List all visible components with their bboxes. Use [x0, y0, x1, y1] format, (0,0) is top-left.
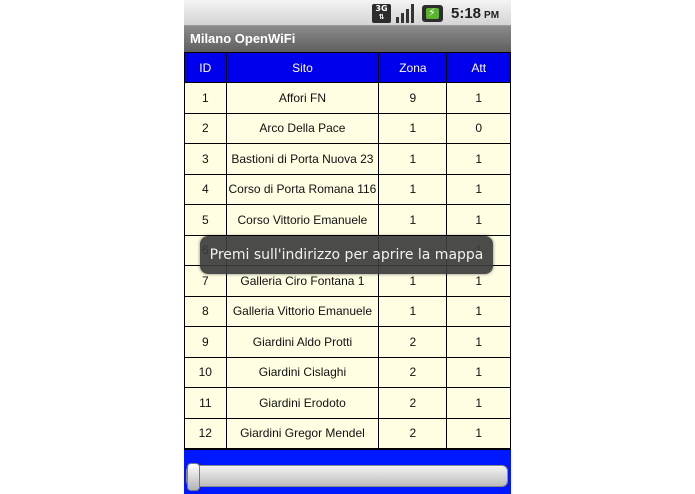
app-title: Milano OpenWiFi: [184, 26, 511, 52]
table-row[interactable]: 8 Galleria Vittorio Emanuele 1 1: [184, 295, 511, 327]
cell-sito[interactable]: Bastioni di Porta Nuova 23: [225, 143, 380, 175]
column-header-id[interactable]: ID: [184, 52, 227, 83]
cell-id: 1: [184, 82, 227, 114]
cell-id: 3: [184, 143, 227, 175]
cell-sito[interactable]: Galleria Vittorio Emanuele: [225, 295, 380, 327]
cell-att: 0: [446, 112, 511, 144]
cell-zona: 2: [378, 356, 448, 388]
cell-id: 10: [184, 356, 227, 388]
cell-att: 1: [446, 387, 511, 419]
cell-att: 1: [446, 82, 511, 114]
cell-id: 4: [184, 173, 227, 205]
toast-message: Premi sull'indirizzo per aprire la mappa: [200, 236, 493, 274]
cell-att: 1: [446, 295, 511, 327]
clock-ampm: PM: [484, 10, 500, 21]
horizontal-scrollbar[interactable]: [186, 465, 508, 487]
signal-strength-icon: [396, 4, 416, 23]
table-row[interactable]: 1 Affori FN 9 1: [184, 82, 511, 114]
network-3g-icon: 3G ⇅: [372, 4, 391, 23]
status-bar: 3G ⇅ ⚡ 5:18 PM: [184, 0, 511, 26]
cell-id: 9: [184, 326, 227, 358]
cell-sito[interactable]: Arco Della Pace: [225, 112, 380, 144]
cell-att: 1: [446, 143, 511, 175]
cell-id: 11: [184, 387, 227, 419]
table-row[interactable]: 9 Giardini Aldo Protti 2 1: [184, 326, 511, 358]
table-row[interactable]: 2 Arco Della Pace 1 0: [184, 112, 511, 144]
cell-sito[interactable]: Giardini Cislaghi: [225, 356, 380, 388]
cell-att: 1: [446, 173, 511, 205]
table-row[interactable]: 4 Corso di Porta Romana 116 1 1: [184, 173, 511, 205]
cell-sito[interactable]: Giardini Erodoto: [225, 387, 380, 419]
cell-zona: 2: [378, 326, 448, 358]
cell-zona: 9: [378, 82, 448, 114]
cell-id: 8: [184, 295, 227, 327]
cell-sito[interactable]: Affori FN: [225, 82, 380, 114]
cell-zona: 1: [378, 173, 448, 205]
cell-zona: 1: [378, 204, 448, 236]
column-header-att[interactable]: Att: [446, 52, 511, 83]
table-row[interactable]: 10 Giardini Cislaghi 2 1: [184, 356, 511, 388]
cell-zona: 2: [378, 417, 448, 449]
column-header-zona[interactable]: Zona: [378, 52, 448, 83]
cell-zona: 2: [378, 387, 448, 419]
cell-sito[interactable]: Corso Vittorio Emanuele: [225, 204, 380, 236]
cell-sito[interactable]: Corso di Porta Romana 116: [225, 173, 380, 205]
column-header-sito[interactable]: Sito: [225, 52, 380, 83]
table-header-row: ID Sito Zona Att: [184, 52, 511, 83]
horizontal-scroll-area: [184, 450, 511, 494]
cell-sito[interactable]: Giardini Aldo Protti: [225, 326, 380, 358]
table-row[interactable]: 11 Giardini Erodoto 2 1: [184, 387, 511, 419]
cell-att: 1: [446, 326, 511, 358]
scrollbar-thumb[interactable]: [187, 463, 200, 491]
cell-att: 1: [446, 204, 511, 236]
cell-att: 1: [446, 356, 511, 388]
cell-sito[interactable]: Giardini Gregor Mendel: [225, 417, 380, 449]
clock-time: 5:18: [451, 5, 482, 22]
cell-zona: 1: [378, 295, 448, 327]
cell-id: 12: [184, 417, 227, 449]
table-row[interactable]: 5 Corso Vittorio Emanuele 1 1: [184, 204, 511, 236]
cell-zona: 1: [378, 112, 448, 144]
cell-zona: 1: [378, 143, 448, 175]
cell-att: 1: [446, 417, 511, 449]
cell-id: 5: [184, 204, 227, 236]
table-row[interactable]: 3 Bastioni di Porta Nuova 23 1 1: [184, 143, 511, 175]
table-row[interactable]: 12 Giardini Gregor Mendel 2 1: [184, 417, 511, 449]
clock: 5:18 PM: [451, 5, 499, 22]
cell-id: 2: [184, 112, 227, 144]
battery-charging-icon: ⚡: [422, 5, 443, 22]
